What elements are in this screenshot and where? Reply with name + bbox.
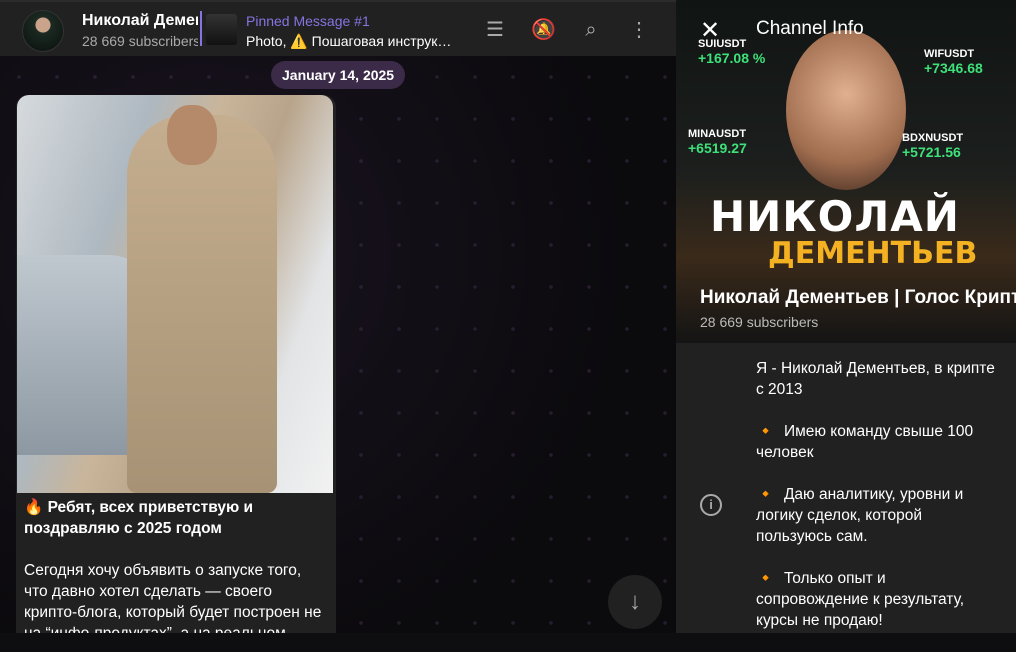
bullet-icon: 🔸 [756,570,776,587]
cover-ticker: WIFUSDT +7346.68 [924,48,983,76]
channel-description: Я - Николай Дементьев, в крипте с 2013 🔸… [756,358,1001,652]
message-photo[interactable] [17,95,333,493]
chat-header[interactable]: Николай Дементьев | Голос Крипты 28 669 … [0,0,676,56]
date-badge: January 14, 2025 [271,61,406,89]
description-item: 🔸 Только опыт и сопровождение к результа… [756,570,965,629]
description-item: 🔸 Имею команду свыше 100 человек [756,423,974,461]
cover-name-line2: ДЕМЕНТЬЕВ [768,236,978,271]
pinned-list-icon[interactable]: ☰ [483,18,507,42]
message-bubble[interactable]: 🔥 Ребят, всех приветствую и поздравляю с… [16,95,336,633]
mute-bell-icon[interactable]: 🔕 [531,18,556,42]
channel-name: Николай Дементьев | Голос Крипты [700,287,1016,308]
search-icon[interactable]: ⌕ [579,18,603,42]
pinned-text[interactable]: Photo, ⚠️ Пошаговая инструк… [246,33,451,50]
cover-portrait [786,30,906,190]
person-head [167,105,217,165]
channel-title[interactable]: Николай Дементьев | Голос Крипты [82,12,198,30]
bullet-icon: 🔸 [756,486,776,503]
chat-area: Николай Дементьев | Голос Крипты 28 669 … [0,0,676,633]
cover-ticker: BDXNUSDT +5721.56 [902,132,964,160]
scroll-down-button[interactable]: ↓ [608,575,662,629]
message-headline: 🔥 Ребят, всех приветствую и поздравляю с… [24,499,254,537]
info-icon: i [700,494,722,516]
channel-info-panel: SUIUSDT +167.08 % WIFUSDT +7346.68 MINAUSD… [676,0,1016,633]
message-text: 🔥 Ребят, всех приветствую и поздравляю с… [24,497,329,633]
cover-name-line1: НИКОЛАЙ [710,192,960,241]
cover-ticker: MINAUSDT +6519.27 [688,128,747,156]
panel-title: Channel Info [756,18,864,39]
pinned-title[interactable]: Pinned Message #1 [246,13,370,29]
person-image [127,115,277,493]
pinned-indicator [200,11,202,46]
description-item: 🔸 Даю аналитику, уровни и логику сделок,… [756,486,964,545]
close-icon[interactable]: ✕ [700,16,720,45]
channel-avatar[interactable] [22,10,64,52]
description-line: Я - Николай Дементьев, в крипте с 2013 [756,360,995,398]
pinned-thumbnail[interactable] [206,14,237,45]
bullet-icon: 🔸 [756,423,776,440]
subscriber-count: 28 669 subscribers [82,33,198,49]
more-menu-icon[interactable]: ⋮ [627,18,651,42]
channel-cover-image: SUIUSDT +167.08 % WIFUSDT +7346.68 MINAUSD… [676,0,1016,343]
channel-subscribers: 28 669 subscribers [700,314,819,330]
message-body: Сегодня хочу объявить о запуске того, чт… [24,562,322,633]
